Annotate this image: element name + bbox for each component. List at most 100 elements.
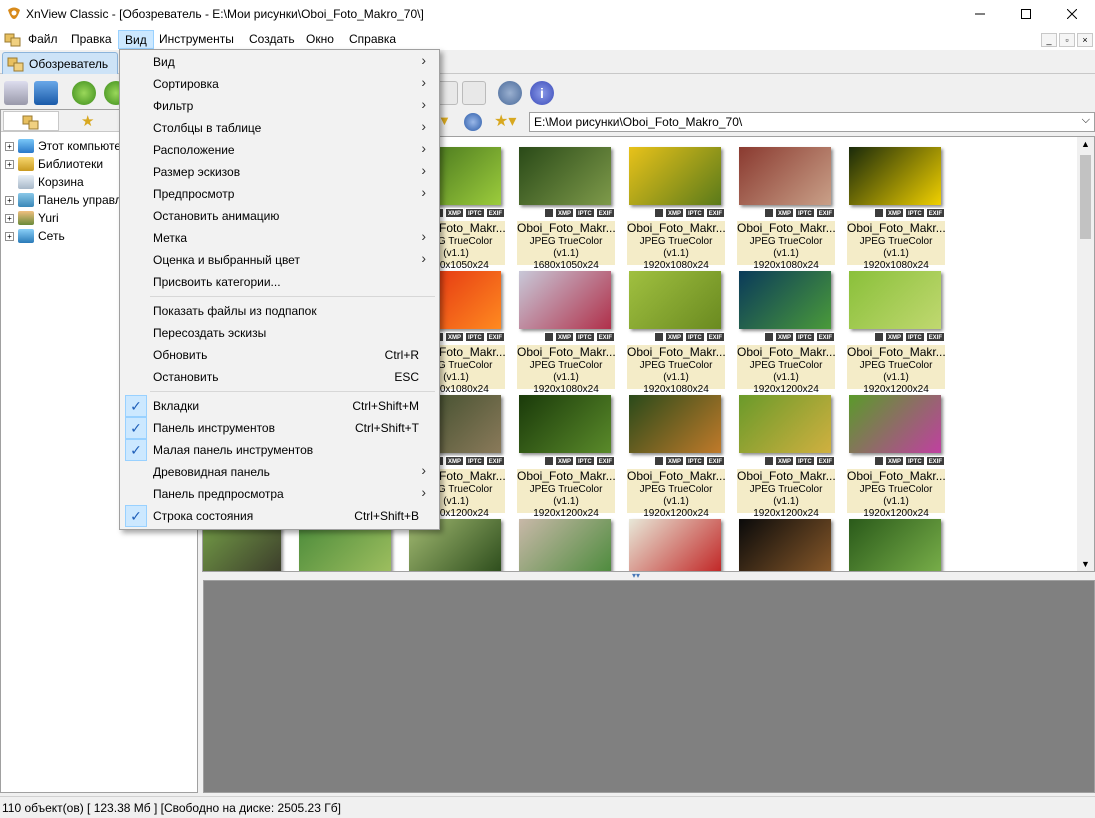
- tree-item-user[interactable]: + Yuri: [5, 209, 59, 227]
- view-menu-item[interactable]: Пересоздать эскизы: [122, 322, 437, 344]
- file-badge-icon: [873, 456, 884, 466]
- user-icon: [18, 211, 34, 225]
- menu-edit[interactable]: Правка: [65, 30, 118, 49]
- view-menu-item[interactable]: Показать файлы из подпапок: [122, 300, 437, 322]
- badge-exif: EXIF: [705, 208, 725, 218]
- tab-browser[interactable]: Обозреватель: [2, 52, 118, 74]
- preview-splitter[interactable]: ▾▾: [202, 571, 1095, 580]
- view-menu-item[interactable]: Предпросмотр ›: [122, 183, 437, 205]
- mdi-close-button[interactable]: ×: [1077, 33, 1093, 47]
- file-badge-icon: [543, 332, 554, 342]
- settings-gear-icon[interactable]: [498, 81, 522, 105]
- thumbnail-name: Oboi_Foto_Makr...: [627, 345, 725, 359]
- view-menu-item[interactable]: ✓ Панель инструментов Ctrl+Shift+T: [122, 417, 437, 439]
- file-badge-icon: [873, 208, 884, 218]
- badge-iptc: IPTC: [574, 332, 595, 342]
- rotate-left-icon[interactable]: [72, 81, 96, 105]
- tree-item-label: Корзина: [38, 175, 84, 189]
- view-menu-item[interactable]: Расположение ›: [122, 139, 437, 161]
- mdi-restore-button[interactable]: ▫: [1059, 33, 1075, 47]
- menu-tools[interactable]: Инструменты: [153, 30, 240, 49]
- thumbnail-caption: Oboi_Foto_Makr... JPEG TrueColor (v1.1) 19…: [847, 221, 945, 271]
- scanner-icon[interactable]: [4, 81, 28, 105]
- view-menu-item[interactable]: Присвоить категории...: [122, 271, 437, 293]
- view-menu-item[interactable]: Фильтр ›: [122, 95, 437, 117]
- thumbnail-item[interactable]: XMP IPTC EXIF Oboi_Foto_Makr... JPEG TrueCol…: [517, 269, 617, 395]
- tree-item-libraries[interactable]: + Библиотеки: [5, 155, 103, 173]
- menu-create[interactable]: Создать: [243, 30, 301, 49]
- thumbnail-item[interactable]: XMP IPTC EXIF Oboi_Foto_Makr... JPEG TrueCol…: [847, 145, 947, 271]
- menu-help[interactable]: Справка: [343, 30, 402, 49]
- thumbnail-item[interactable]: XMP IPTC EXIF Oboi_Foto_Makr... JPEG TrueCol…: [737, 269, 837, 395]
- badge-exif: EXIF: [815, 332, 835, 342]
- view-menu-item[interactable]: Оценка и выбранный цвет ›: [122, 249, 437, 271]
- thumbnail-item[interactable]: [517, 517, 617, 571]
- tree-tab-folders[interactable]: [3, 111, 59, 131]
- thumbnail-item[interactable]: XMP IPTC EXIF Oboi_Foto_Makr... JPEG TrueCol…: [627, 145, 727, 271]
- folder-nav-icon[interactable]: ▼: [438, 113, 460, 131]
- thumbnail-item[interactable]: XMP IPTC EXIF Oboi_Foto_Makr... JPEG TrueCol…: [737, 145, 837, 271]
- view-menu-item[interactable]: Остановить анимацию: [122, 205, 437, 227]
- expand-icon[interactable]: +: [5, 195, 14, 205]
- tree-item-this-pc[interactable]: + Этот компьютер: [5, 137, 128, 155]
- expand-icon[interactable]: +: [5, 213, 14, 223]
- thumbnail-item[interactable]: XMP IPTC EXIF Oboi_Foto_Makr... JPEG TrueCol…: [737, 393, 837, 519]
- scroll-up-icon[interactable]: ▲: [1081, 139, 1090, 149]
- thumbnail-item[interactable]: XMP IPTC EXIF Oboi_Foto_Makr... JPEG TrueCol…: [847, 269, 947, 395]
- view-menu-item[interactable]: Вид ›: [122, 51, 437, 73]
- thumbnail-item[interactable]: [847, 517, 947, 571]
- address-input[interactable]: E:\Мои рисунки\Oboi_Foto_Makro_70\ ⌵: [529, 112, 1095, 132]
- expand-icon[interactable]: +: [5, 141, 14, 151]
- app-logo-icon: [8, 7, 20, 19]
- view-menu-item[interactable]: Древовидная панель ›: [122, 461, 437, 483]
- view-menu-item[interactable]: Метка ›: [122, 227, 437, 249]
- favorites-dropdown-icon[interactable]: ★▾: [494, 111, 524, 131]
- view-menu-item[interactable]: ✓ Вкладки Ctrl+Shift+M: [122, 395, 437, 417]
- menu-file[interactable]: Файл: [22, 30, 64, 49]
- view-menu-item[interactable]: Обновить Ctrl+R: [122, 344, 437, 366]
- splitter-grip-icon[interactable]: ▾▾: [632, 571, 640, 580]
- menu-item-label: Малая панель инструментов: [153, 443, 314, 457]
- close-button[interactable]: [1049, 0, 1095, 28]
- thumbnail-item[interactable]: XMP IPTC EXIF Oboi_Foto_Makr... JPEG TrueCol…: [517, 145, 617, 271]
- info-icon[interactable]: i: [530, 81, 554, 105]
- menu-item-shortcut: Ctrl+Shift+B: [354, 509, 419, 523]
- view-menu-item[interactable]: Остановить ESC: [122, 366, 437, 388]
- expand-icon[interactable]: +: [5, 159, 14, 169]
- refresh-icon[interactable]: [464, 113, 482, 131]
- favorites-star-icon[interactable]: ★: [81, 112, 101, 130]
- view-menu-item[interactable]: Сортировка ›: [122, 73, 437, 95]
- badge-xmp: XMP: [884, 456, 904, 466]
- mdi-minimize-button[interactable]: _: [1041, 33, 1057, 47]
- thumbnail-item[interactable]: [627, 517, 727, 571]
- menu-view[interactable]: Вид: [118, 30, 154, 49]
- contact-sheet-icon[interactable]: [462, 81, 486, 105]
- vertical-scrollbar[interactable]: ▲ ▼: [1077, 137, 1094, 571]
- thumbnail-caption: Oboi_Foto_Makr... JPEG TrueColor (v1.1) 19…: [517, 345, 615, 395]
- view-menu-item[interactable]: Панель предпросмотра ›: [122, 483, 437, 505]
- thumbnail-image: [519, 271, 611, 329]
- thumbnail-item[interactable]: XMP IPTC EXIF Oboi_Foto_Makr... JPEG TrueCol…: [847, 393, 947, 519]
- tree-item-recycle-bin[interactable]: Корзина: [5, 173, 84, 191]
- thumbnail-item[interactable]: [737, 517, 837, 571]
- maximize-button[interactable]: [1003, 0, 1049, 28]
- thumbnail-item[interactable]: XMP IPTC EXIF Oboi_Foto_Makr... JPEG TrueCol…: [627, 269, 727, 395]
- menu-window[interactable]: Окно: [300, 30, 340, 49]
- thumbnail-item[interactable]: XMP IPTC EXIF Oboi_Foto_Makr... JPEG TrueCol…: [517, 393, 617, 519]
- view-menu-item[interactable]: ✓ Малая панель инструментов: [122, 439, 437, 461]
- scrollbar-thumb[interactable]: [1080, 155, 1091, 239]
- expand-icon[interactable]: +: [5, 231, 14, 241]
- chevron-down-icon[interactable]: ⌵: [1082, 114, 1090, 127]
- submenu-arrow-icon: ›: [421, 228, 426, 244]
- view-menu-item[interactable]: ✓ Строка состояния Ctrl+Shift+B: [122, 505, 437, 527]
- metadata-badges: XMP IPTC EXIF: [763, 456, 835, 466]
- fullscreen-icon[interactable]: [34, 81, 58, 105]
- tree-item-network[interactable]: + Сеть: [5, 227, 65, 245]
- view-menu-item[interactable]: Столбцы в таблице ›: [122, 117, 437, 139]
- menu-bar: Файл Правка Вид Инструменты Создать Окно…: [0, 28, 1095, 50]
- view-menu-item[interactable]: Размер эскизов ›: [122, 161, 437, 183]
- minimize-button[interactable]: [957, 0, 1003, 28]
- badge-iptc: IPTC: [684, 332, 705, 342]
- scroll-down-icon[interactable]: ▼: [1081, 559, 1090, 569]
- thumbnail-item[interactable]: XMP IPTC EXIF Oboi_Foto_Makr... JPEG TrueCol…: [627, 393, 727, 519]
